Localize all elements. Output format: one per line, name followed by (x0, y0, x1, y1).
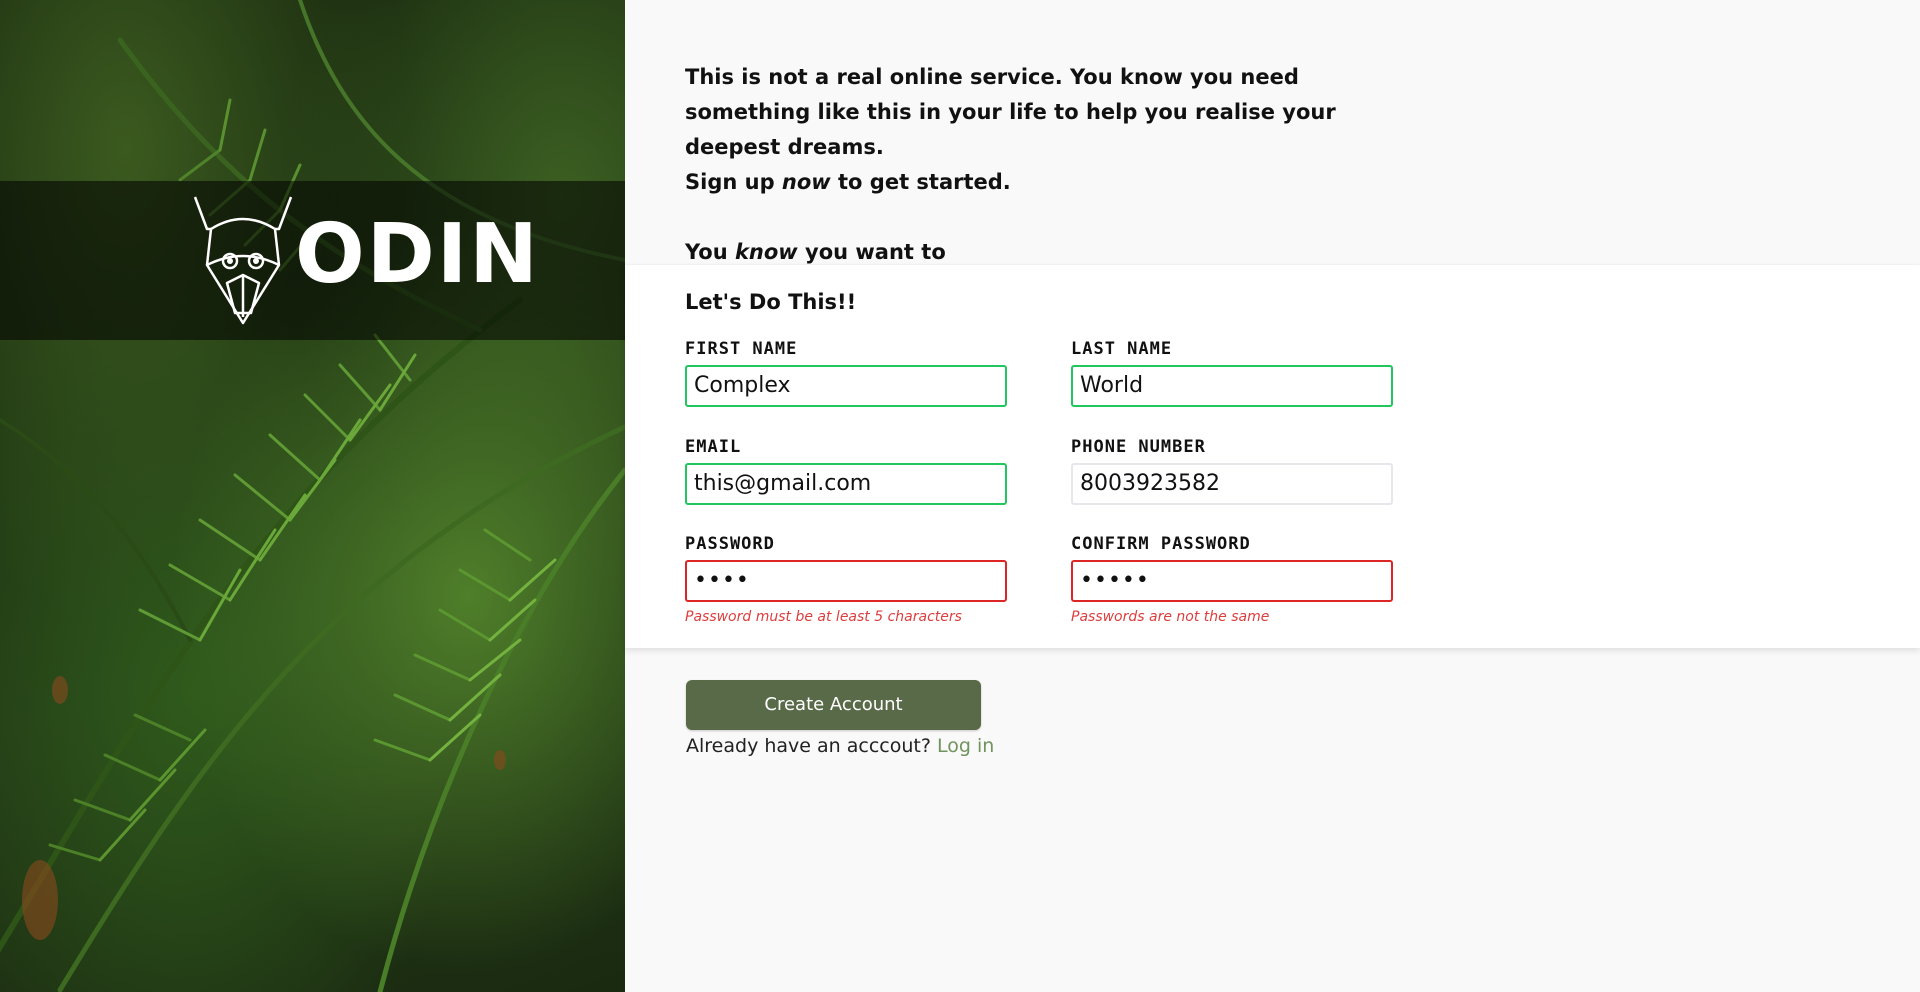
confirm-password-error-message: Passwords are not the same (1071, 609, 1270, 625)
confirm-password-label: CONFIRM PASSWORD (1071, 534, 1251, 554)
phone-label: PHONE NUMBER (1071, 437, 1206, 457)
password-label: PASSWORD (685, 534, 775, 554)
phone-field: PHONE NUMBER 8003923582 (1071, 436, 1393, 505)
intro-line-2: Sign up now to get started. (685, 170, 1011, 194)
login-prompt-text: Already have an acccout? (686, 735, 931, 757)
fern-background-image (0, 0, 625, 992)
email-label: EMAIL (685, 437, 742, 457)
brand-wordmark: ODIN (295, 207, 540, 302)
login-prompt: Already have an acccout? Log in (686, 735, 994, 757)
email-input[interactable]: this@gmail.com (685, 463, 1007, 505)
last-name-field: LAST NAME World (1071, 338, 1393, 407)
first-name-field: FIRST NAME Complex (685, 338, 1007, 407)
intro-line-1: This is not a real online service. You k… (685, 65, 1336, 159)
hero-image-panel (0, 0, 625, 992)
last-name-label: LAST NAME (1071, 339, 1173, 359)
intro-text: This is not a real online service. You k… (685, 60, 1405, 270)
create-account-button[interactable]: Create Account (686, 680, 981, 730)
first-name-label: FIRST NAME (685, 339, 798, 359)
password-input[interactable]: •••• (685, 560, 1007, 602)
email-field: EMAIL this@gmail.com (685, 436, 1007, 505)
last-name-input[interactable]: World (1071, 365, 1393, 407)
password-field: PASSWORD •••• Password must be at least … (685, 533, 1007, 626)
confirm-password-field: CONFIRM PASSWORD ••••• Passwords are not… (1071, 533, 1393, 626)
first-name-input[interactable]: Complex (685, 365, 1007, 407)
phone-input[interactable]: 8003923582 (1071, 463, 1393, 505)
login-link[interactable]: Log in (937, 735, 994, 757)
password-error-message: Password must be at least 5 characters (685, 609, 962, 625)
form-title: Let's Do This!! (685, 290, 857, 314)
confirm-password-input[interactable]: ••••• (1071, 560, 1393, 602)
